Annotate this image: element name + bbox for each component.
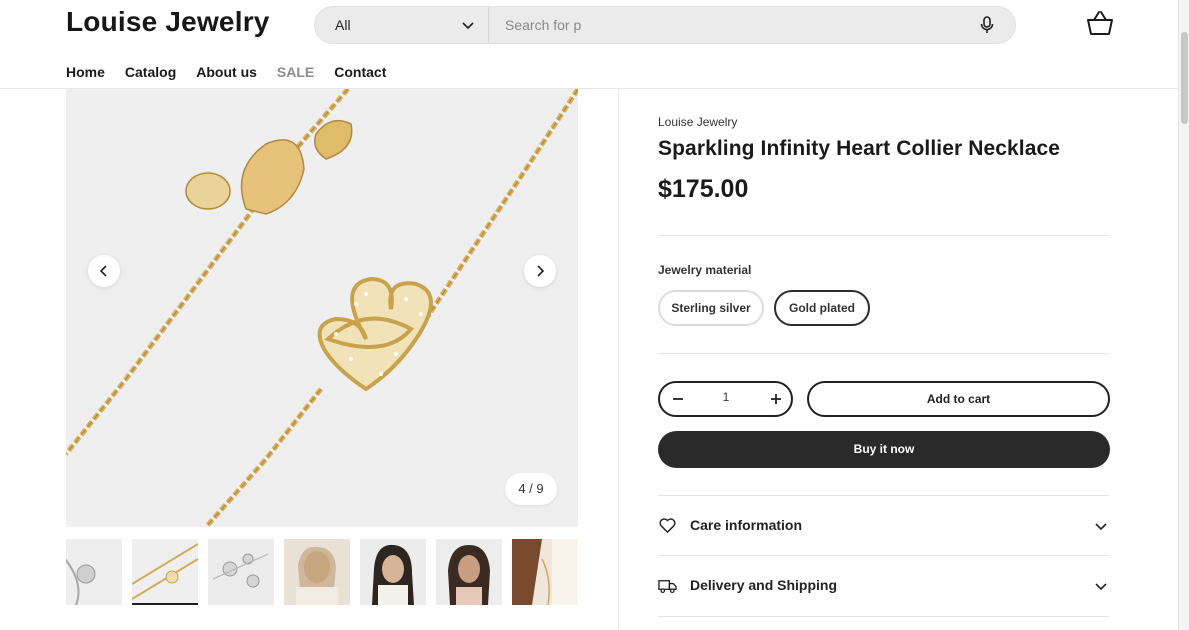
scrollbar-thumb[interactable] [1181,32,1188,124]
buy-now-button[interactable]: Buy it now [658,431,1110,468]
product-vendor: Louise Jewelry [658,115,738,129]
accordion-label: Delivery and Shipping [690,577,838,593]
thumbnail-1[interactable] [66,539,122,605]
thumbnail-4[interactable] [284,539,350,605]
nav-catalog[interactable]: Catalog [125,64,176,80]
product-main-image [66,89,578,527]
heart-icon [659,518,676,533]
divider [658,353,1109,354]
main-nav: Home Catalog About us SALE Contact [66,64,386,80]
gallery-prev-button[interactable] [88,255,120,287]
option-label: Jewelry material [658,263,752,277]
option-gold-plated[interactable]: Gold plated [774,290,870,326]
chevron-right-icon [537,265,545,277]
thumbnail-7[interactable] [512,539,578,605]
microphone-icon[interactable] [977,15,997,35]
truck-icon [658,580,677,594]
plus-icon[interactable] [767,390,785,408]
column-divider [618,89,619,630]
search-category-value: All [335,17,351,33]
product-price: $175.00 [658,175,749,203]
quantity-value[interactable]: 1 [700,390,752,404]
divider [658,616,1109,617]
thumbnail-2[interactable] [132,539,198,605]
thumbnail-5[interactable] [360,539,426,605]
site-header: Louise Jewelry All Home Catalog About us… [0,0,1178,89]
option-sterling-silver[interactable]: Sterling silver [658,290,764,326]
chevron-down-icon [1095,583,1107,591]
divider [658,235,1109,236]
thumbnail-6[interactable] [436,539,502,605]
page-scrollbar[interactable] [1178,0,1189,630]
minus-icon[interactable] [669,390,687,408]
gallery-thumbnails [66,537,578,607]
search-input[interactable] [491,9,961,41]
store-logo[interactable]: Louise Jewelry [66,6,270,38]
product-title: Sparkling Infinity Heart Collier Necklac… [658,137,1061,160]
chevron-left-icon [99,265,107,277]
search-category-select[interactable]: All [315,7,489,43]
thumbnail-3[interactable] [208,539,274,605]
nav-contact[interactable]: Contact [334,64,386,80]
nav-about-us[interactable]: About us [196,64,257,80]
nav-sale[interactable]: SALE [277,64,314,80]
chevron-down-icon [462,22,474,30]
accordion-care-information[interactable]: Care information [658,495,1109,555]
product-gallery: 4 / 9 [66,89,578,527]
chevron-down-icon [1095,523,1107,531]
quantity-stepper: 1 [658,381,793,417]
gallery-counter: 4 / 9 [505,473,557,505]
accordion-delivery-and-shipping[interactable]: Delivery and Shipping [658,555,1109,615]
basket-icon[interactable] [1085,9,1115,39]
search-bar: All [314,6,1016,44]
nav-home[interactable]: Home [66,64,105,80]
gallery-next-button[interactable] [524,255,556,287]
add-to-cart-button[interactable]: Add to cart [807,381,1110,417]
accordion-label: Care information [690,517,803,533]
